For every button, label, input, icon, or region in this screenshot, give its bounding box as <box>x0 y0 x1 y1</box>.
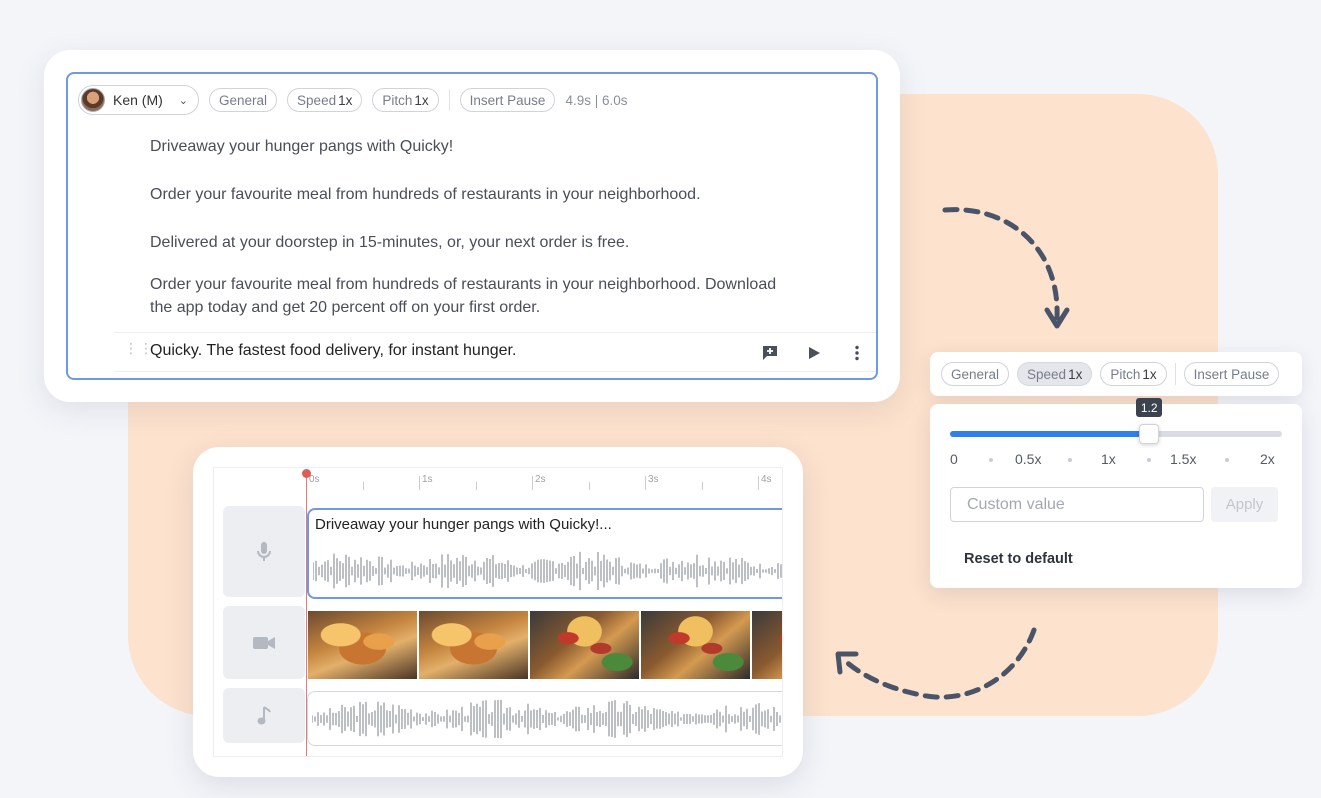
voice-selector[interactable]: Ken (M) ⌄ <box>78 85 200 115</box>
settings-chip-bar: General Speed 1x Pitch 1x Insert Pause <box>930 352 1302 396</box>
music-waveform <box>312 699 781 739</box>
music-track-header[interactable] <box>223 688 305 743</box>
block-toolbar: Ken (M) ⌄ General Speed 1x Pitch 1x Inse… <box>78 84 627 116</box>
voice-clip-text: Driveaway your hunger pangs with Quicky!… <box>315 516 612 533</box>
speed-value-tooltip: 1.2 <box>1136 398 1163 417</box>
paragraph-2[interactable]: Order your favourite meal from hundreds … <box>150 183 701 206</box>
divider <box>448 89 450 111</box>
ruler-tick <box>645 476 646 490</box>
scale-label-1x: 1x <box>1101 451 1116 467</box>
speed-chip-value: 1x <box>338 92 353 108</box>
avatar <box>81 88 105 112</box>
dashed-arrow-left-icon <box>835 627 1037 700</box>
custom-value-input[interactable] <box>950 487 1204 522</box>
voice-name: Ken (M) <box>113 92 163 108</box>
ruler-label-3s: 3s <box>648 474 659 485</box>
video-thumbnail-pizza <box>419 611 528 679</box>
pitch-chip-label: Pitch <box>382 92 413 108</box>
time-ruler[interactable]: 0s 1s 2s 3s 4s <box>214 468 782 490</box>
apply-button[interactable]: Apply <box>1211 487 1278 522</box>
video-thumbnail-hotdog <box>752 611 782 679</box>
more-vertical-icon[interactable] <box>847 343 867 363</box>
ruler-tick <box>476 482 477 490</box>
speed-chip-label: Speed <box>297 92 337 108</box>
playhead-handle[interactable] <box>302 469 311 478</box>
scale-label-0: 0 <box>950 451 958 467</box>
insert-pause-label: Insert Pause <box>1193 366 1270 382</box>
paragraph-1[interactable]: Driveaway your hunger pangs with Quicky! <box>150 135 453 158</box>
add-comment-icon[interactable] <box>760 343 780 363</box>
video-thumbnail-hotdog <box>530 611 639 679</box>
video-camera-icon <box>253 636 275 649</box>
ruler-label-1s: 1s <box>422 474 433 485</box>
speed-slider-thumb[interactable] <box>1139 424 1160 444</box>
voice-track-header[interactable] <box>223 506 305 597</box>
speed-chip-label: Speed <box>1027 366 1067 382</box>
general-chip[interactable]: General <box>209 88 278 112</box>
speed-slider[interactable]: 1.2 <box>950 398 1282 444</box>
scale-label-0-5x: 0.5x <box>1015 451 1042 467</box>
reset-to-default-link[interactable]: Reset to default <box>964 551 1073 567</box>
video-thumbnail-hotdog <box>641 611 750 679</box>
video-clip[interactable] <box>308 611 782 679</box>
ruler-label-4s: 4s <box>761 474 772 485</box>
active-line-text[interactable]: Quicky. The fastest food delivery, for i… <box>150 342 516 360</box>
insert-pause-chip[interactable]: Insert Pause <box>1183 362 1280 386</box>
speed-chip-active[interactable]: Speed 1x <box>1017 362 1093 386</box>
voice-waveform <box>313 551 782 591</box>
ruler-tick <box>363 482 364 490</box>
play-icon[interactable] <box>804 343 824 363</box>
speed-scale: 0 0.5x 1x 1.5x 2x <box>950 451 1290 469</box>
music-clip[interactable] <box>307 691 782 746</box>
scale-label-2x: 2x <box>1260 451 1275 467</box>
paragraph-3[interactable]: Delivered at your doorstep in 15-minutes… <box>150 231 629 254</box>
voice-clip[interactable]: Driveaway your hunger pangs with Quicky!… <box>307 508 782 599</box>
ruler-tick <box>589 482 590 490</box>
pitch-chip[interactable]: Pitch 1x <box>1100 362 1167 386</box>
dashed-arrow-down-icon <box>942 207 1070 329</box>
ruler-label-2s: 2s <box>535 474 546 485</box>
playhead-line[interactable] <box>306 474 307 756</box>
pitch-chip[interactable]: Pitch 1x <box>372 88 439 112</box>
ruler-tick <box>532 476 533 490</box>
ruler-tick <box>758 476 759 490</box>
general-chip-label: General <box>219 92 268 108</box>
duration-readout: 4.9s | 6.0s <box>565 92 628 108</box>
script-block[interactable]: Ken (M) ⌄ General Speed 1x Pitch 1x Inse… <box>66 72 878 380</box>
music-note-icon <box>257 705 271 724</box>
microphone-icon <box>257 541 271 561</box>
speed-chip[interactable]: Speed 1x <box>287 88 363 112</box>
speed-slider-fill <box>950 431 1150 437</box>
scale-dot <box>1225 458 1229 462</box>
speed-panel: 1.2 0 0.5x 1x 1.5x 2x Apply Reset to def… <box>930 398 1302 588</box>
ruler-tick <box>702 482 703 490</box>
scale-dot <box>1147 458 1151 462</box>
ruler-tick <box>419 476 420 490</box>
video-thumbnail-pizza <box>308 611 417 679</box>
timeline[interactable]: 0s 1s 2s 3s 4s Driveaway your hunger pan… <box>213 467 783 757</box>
scale-label-1-5x: 1.5x <box>1170 451 1197 467</box>
general-chip[interactable]: General <box>941 362 1010 386</box>
timeline-card: 0s 1s 2s 3s 4s Driveaway your hunger pan… <box>193 447 803 777</box>
scale-dot <box>1068 458 1072 462</box>
insert-pause-label: Insert Pause <box>469 92 546 108</box>
paragraph-4-line-1[interactable]: Order your favourite meal from hundreds … <box>150 273 776 296</box>
paragraph-4-line-2[interactable]: the app today and get 20 percent off on … <box>150 296 540 319</box>
general-chip-label: General <box>951 366 1000 382</box>
pitch-chip-label: Pitch <box>1110 366 1141 382</box>
insert-pause-chip[interactable]: Insert Pause <box>459 88 556 112</box>
scale-dot <box>989 458 993 462</box>
divider <box>1174 363 1176 385</box>
script-editor-card: Ken (M) ⌄ General Speed 1x Pitch 1x Inse… <box>44 50 900 402</box>
ruler-label-0s: 0s <box>309 474 320 485</box>
pitch-chip-value: 1x <box>414 92 429 108</box>
chevron-down-icon: ⌄ <box>178 94 189 107</box>
speed-chip-value: 1x <box>1068 366 1083 382</box>
active-line[interactable]: ⋮⋮ Quicky. The fastest food delivery, fo… <box>114 332 876 372</box>
pitch-chip-value: 1x <box>1142 366 1157 382</box>
video-track-header[interactable] <box>223 606 305 679</box>
